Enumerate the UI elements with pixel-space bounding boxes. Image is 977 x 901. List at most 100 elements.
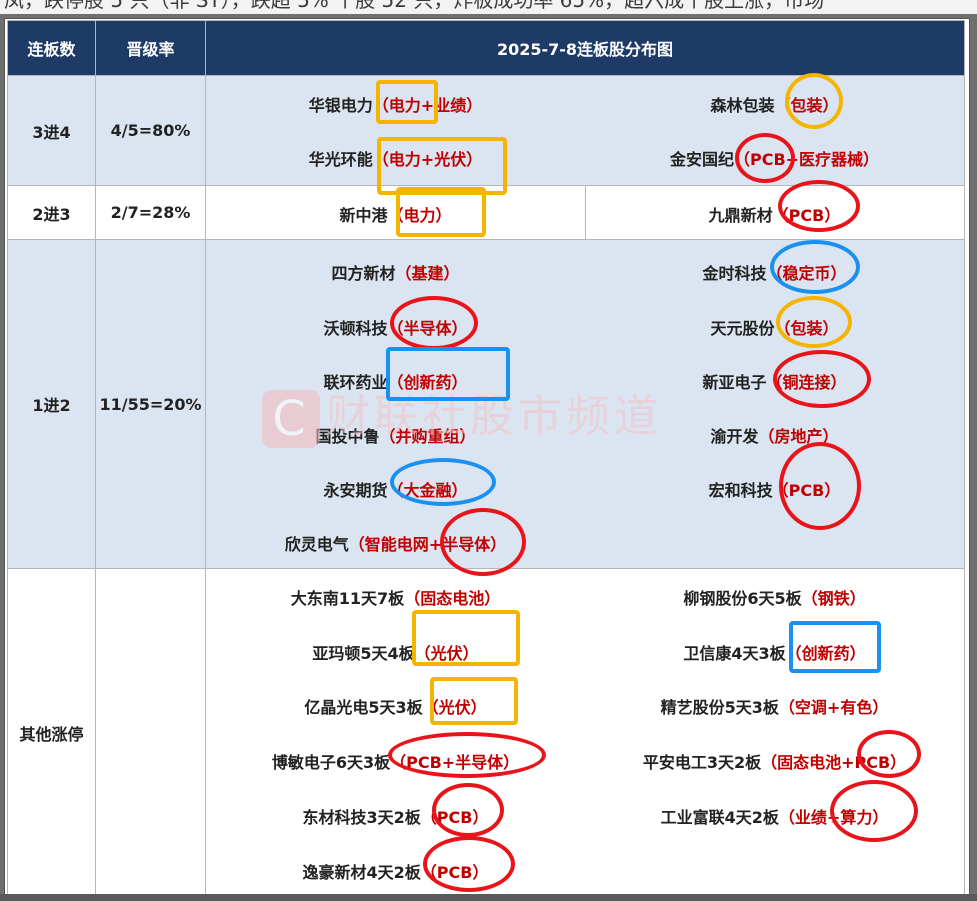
stock-tag: （创新药） xyxy=(785,644,866,663)
table-row: 1进2 11/55=20% 四方新材（基建） 沃顿科技（半导体） 联环药业（创新… xyxy=(7,239,965,569)
stock-tag: （PCB） xyxy=(420,808,489,827)
stock-name: 天元股份 xyxy=(710,319,775,338)
stock-name: 卫信康4天3板 xyxy=(683,644,786,663)
header-rate: 晋级率 xyxy=(95,20,206,76)
rate-label: 11/55=20% xyxy=(95,239,206,569)
stock-tag: （创新药） xyxy=(387,373,468,392)
tier-label: 1进2 xyxy=(7,239,96,569)
stock-tag: （电力） xyxy=(387,206,452,225)
stock-tag: （业绩+算力） xyxy=(778,808,889,827)
stock-item: 联环药业（创新药） xyxy=(206,369,585,393)
stock-item: 沃顿科技（半导体） xyxy=(206,315,585,339)
stock-tag: （PCB） xyxy=(772,481,841,500)
board-table: 连板数 晋级率 2025-7-8连板股分布图 3进4 4/5=80% 华银电力（… xyxy=(7,20,965,898)
stock-name: 新中港 xyxy=(339,206,388,225)
table-row: 3进4 4/5=80% 华银电力（电力+业绩） 华光环能（电力+光伏） 森林包装… xyxy=(7,75,965,186)
stock-tag: （稳定币） xyxy=(766,264,847,283)
stock-name: 沃顿科技 xyxy=(323,319,388,338)
stock-name: 国投中鲁 xyxy=(315,427,380,446)
stock-item: 森林包装（包装） xyxy=(585,92,964,116)
bottom-bar xyxy=(0,894,977,901)
stock-cell: 华银电力（电力+业绩） 华光环能（电力+光伏） 森林包装（包装） 金安国纪（PC… xyxy=(205,75,965,186)
stock-tag: （钢铁） xyxy=(801,589,866,608)
stock-tag: （PCB） xyxy=(772,206,841,225)
left-column: 大东南11天7板（固态电池） 亚玛顿5天4板（光伏） 亿晶光电5天3板（光伏） … xyxy=(206,569,585,897)
stock-item: 欣灵电气（智能电网+半导体） xyxy=(206,531,585,555)
stock-tag: （PCB+半导体） xyxy=(390,753,520,772)
table-row: 2进3 2/7=28% 新中港（电力） 九鼎新材（PCB） xyxy=(7,185,965,240)
stock-item: 四方新材（基建） xyxy=(206,260,585,284)
stock-item: 工业富联4天2板（业绩+算力） xyxy=(585,804,964,828)
stock-tag: （固态电池） xyxy=(404,589,501,608)
stock-name: 东材科技3天2板 xyxy=(302,808,421,827)
stock-name: 四方新材 xyxy=(331,264,396,283)
stock-name: 博敏电子6天3板 xyxy=(271,753,391,772)
stock-tag: （包装） xyxy=(774,319,839,338)
header-title: 2025-7-8连板股分布图 xyxy=(205,20,965,76)
stock-tag: （光伏） xyxy=(422,698,487,717)
stock-item: 永安期货（大金融） xyxy=(206,477,585,501)
stock-item: 天元股份（包装） xyxy=(585,315,964,339)
stock-item: 华光环能（电力+光伏） xyxy=(206,146,585,170)
stock-tag: （铜连接） xyxy=(766,373,847,392)
stock-tag: （光伏） xyxy=(414,644,479,663)
right-column: 九鼎新材（PCB） xyxy=(585,186,964,239)
stock-tag: （半导体） xyxy=(387,319,468,338)
stock-item: 卫信康4天3板（创新药） xyxy=(585,640,964,664)
stock-item: 九鼎新材（PCB） xyxy=(585,202,964,226)
stock-tag: （PCB+医疗器械） xyxy=(733,150,880,169)
stock-name: 九鼎新材 xyxy=(708,206,773,225)
stock-tag: （空调+有色） xyxy=(778,698,889,717)
table-row: 其他涨停 大东南11天7板（固态电池） 亚玛顿5天4板（光伏） 亿晶光电5天3板… xyxy=(7,568,965,898)
stock-name: 工业富联4天2板 xyxy=(660,808,779,827)
stock-item: 金时科技（稳定币） xyxy=(585,260,964,284)
stock-tag: （固态电池+PCB） xyxy=(761,753,907,772)
stock-item: 柳钢股份6天5板（钢铁） xyxy=(585,585,964,609)
rate-label: 4/5=80% xyxy=(95,75,206,186)
rate-label xyxy=(95,568,206,898)
stock-name: 大东南11天7板 xyxy=(290,589,405,608)
tier-label: 3进4 xyxy=(7,75,96,186)
stock-tag: （包装） xyxy=(774,96,839,115)
stock-name: 联环药业 xyxy=(323,373,388,392)
stock-name: 平安电工3天2板 xyxy=(642,753,762,772)
header-tier: 连板数 xyxy=(7,20,96,76)
stock-cell: 新中港（电力） 九鼎新材（PCB） xyxy=(205,185,965,240)
stock-tag: （电力+业绩） xyxy=(372,96,483,115)
stock-name: 森林包装 xyxy=(710,96,775,115)
stock-tag: （大金融） xyxy=(387,481,468,500)
stock-item: 宏和科技（PCB） xyxy=(585,477,964,501)
stock-item: 金安国纪（PCB+医疗器械） xyxy=(585,146,964,170)
stock-item: 渝开发（房地产） xyxy=(585,423,964,447)
left-column: 新中港（电力） xyxy=(206,186,585,239)
stock-name: 柳钢股份6天5板 xyxy=(683,589,802,608)
stock-name: 欣灵电气 xyxy=(284,535,349,554)
stock-name: 华银电力 xyxy=(308,96,373,115)
tier-label: 2进3 xyxy=(7,185,96,240)
left-column: 华银电力（电力+业绩） 华光环能（电力+光伏） xyxy=(206,76,585,185)
stock-item: 新中港（电力） xyxy=(206,202,585,226)
right-column: 柳钢股份6天5板（钢铁） 卫信康4天3板（创新药） 精艺股份5天3板（空调+有色… xyxy=(585,569,964,897)
stock-name: 渝开发 xyxy=(710,427,759,446)
stock-name: 逸豪新材4天2板 xyxy=(302,863,421,882)
stock-name: 精艺股份5天3板 xyxy=(660,698,779,717)
right-column: 森林包装（包装） 金安国纪（PCB+医疗器械） xyxy=(585,76,964,185)
stock-item: 逸豪新材4天2板（PCB） xyxy=(206,859,585,883)
stock-item: 国投中鲁（并购重组） xyxy=(206,423,585,447)
stock-cell: 大东南11天7板（固态电池） 亚玛顿5天4板（光伏） 亿晶光电5天3板（光伏） … xyxy=(205,568,965,898)
stock-tag: （PCB） xyxy=(420,863,489,882)
stock-tag: （智能电网+半导体） xyxy=(348,535,507,554)
stock-name: 金时科技 xyxy=(702,264,767,283)
stock-item: 东材科技3天2板（PCB） xyxy=(206,804,585,828)
top-caption: 凤，跌停股 5 只（非 ST），跌超 5% 个股 52 只，炸板成功率 65%，… xyxy=(0,0,977,14)
stock-name: 宏和科技 xyxy=(708,481,773,500)
stock-item: 平安电工3天2板（固态电池+PCB） xyxy=(585,749,964,773)
stock-tag: （房地产） xyxy=(758,427,839,446)
stock-item: 大东南11天7板（固态电池） xyxy=(206,585,585,609)
stock-item: 博敏电子6天3板（PCB+半导体） xyxy=(206,749,585,773)
stock-item: 新亚电子（铜连接） xyxy=(585,369,964,393)
stock-item: 亚玛顿5天4板（光伏） xyxy=(206,640,585,664)
stock-item: 华银电力（电力+业绩） xyxy=(206,92,585,116)
stock-tag: （基建） xyxy=(395,264,460,283)
stock-tag: （并购重组） xyxy=(379,427,476,446)
